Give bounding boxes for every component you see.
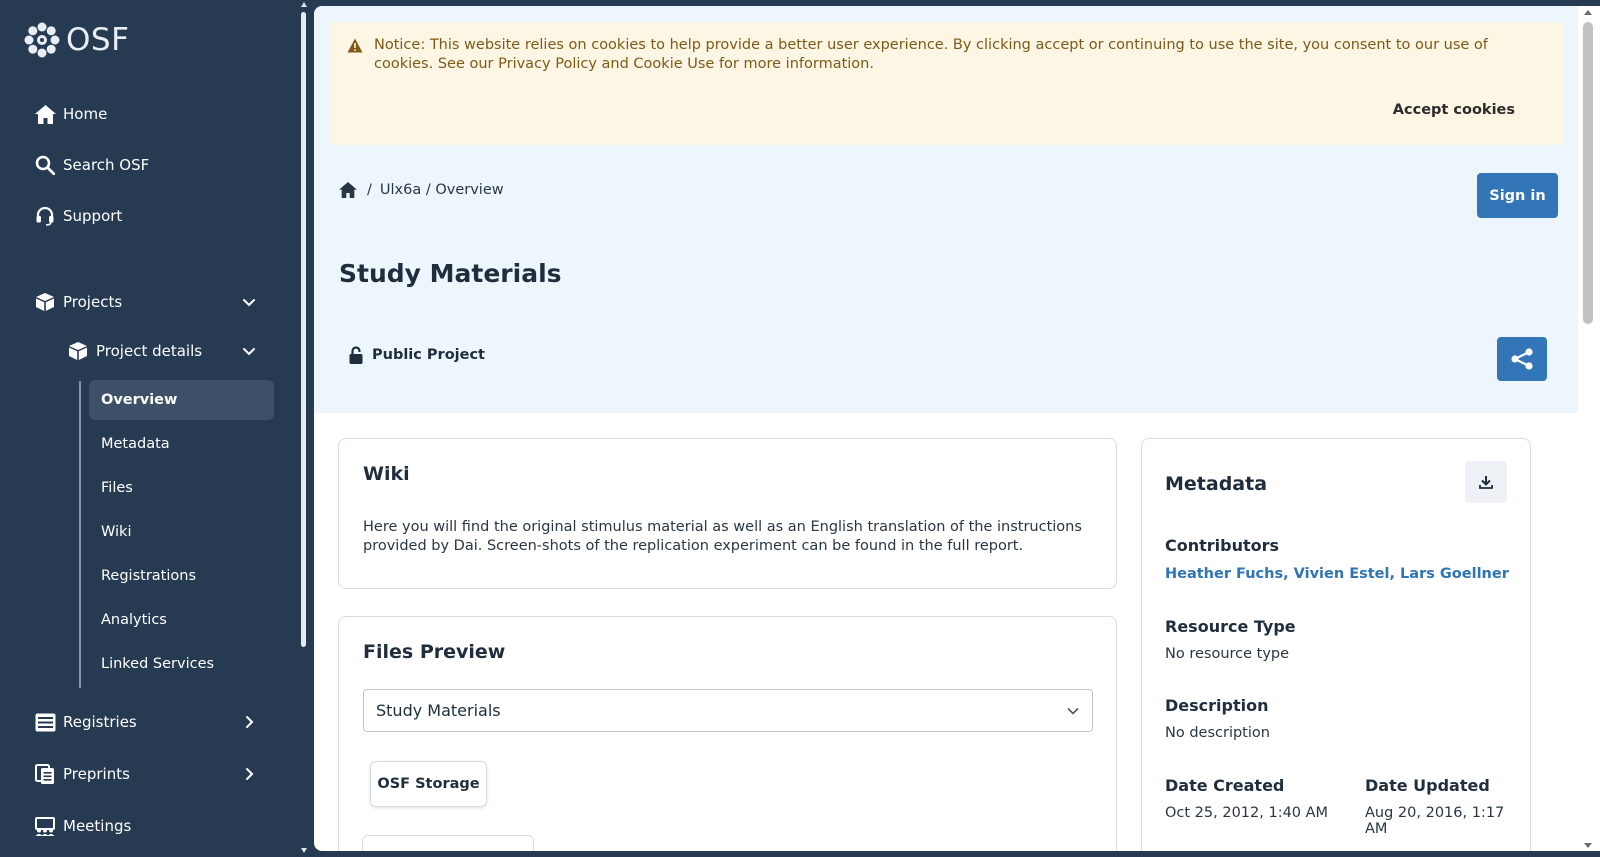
osf-logo[interactable]: OSF <box>24 22 129 58</box>
brand-name: OSF <box>66 22 130 58</box>
sidebar-item-project-details[interactable]: Project details <box>67 334 264 368</box>
home-icon <box>34 103 56 125</box>
sidebar-item-overview[interactable]: Overview <box>89 380 274 420</box>
osf-logo-icon <box>24 22 60 58</box>
resource-type-label: Resource Type <box>1165 617 1296 636</box>
scroll-up-icon[interactable] <box>1584 10 1592 15</box>
sidebar-item-label: Search OSF <box>63 156 150 174</box>
osf-storage-button[interactable]: OSF Storage <box>370 761 487 807</box>
date-updated-label: Date Updated <box>1365 776 1490 795</box>
resource-type-value: No resource type <box>1165 646 1290 662</box>
download-metadata-button[interactable] <box>1465 461 1507 503</box>
sidebar-item-meetings[interactable]: Meetings <box>34 809 264 843</box>
sidebar-scrollbar-thumb[interactable] <box>301 12 306 647</box>
sidebar-item-registries[interactable]: Registries <box>34 705 264 739</box>
main-content: Notice: This website relies on cookies t… <box>314 6 1600 851</box>
description-label: Description <box>1165 696 1269 715</box>
sidebar-item-registrations[interactable]: Registrations <box>89 556 274 596</box>
download-icon <box>1479 476 1493 489</box>
sidebar-item-wiki[interactable]: Wiki <box>89 512 274 552</box>
warning-icon <box>347 38 363 53</box>
sidebar-item-analytics[interactable]: Analytics <box>89 600 274 640</box>
description-value: No description <box>1165 725 1270 741</box>
preprints-icon <box>34 763 56 785</box>
cookie-notice: Notice: This website relies on cookies t… <box>329 22 1563 145</box>
sign-in-button[interactable]: Sign in <box>1477 173 1558 218</box>
search-icon <box>34 154 56 176</box>
share-icon <box>1511 348 1533 370</box>
sidebar-item-support[interactable]: Support <box>34 199 264 233</box>
registries-icon <box>34 711 56 733</box>
breadcrumb-separator: / <box>367 182 372 198</box>
accept-cookies-button[interactable]: Accept cookies <box>1393 102 1515 118</box>
metadata-card: Metadata Contributors Heather Fuchs, Viv… <box>1141 438 1531 851</box>
file-list-item[interactable] <box>362 835 534 851</box>
files-preview-title: Files Preview <box>363 641 506 663</box>
files-preview-card: Files Preview Study Materials OSF Storag… <box>338 616 1117 851</box>
scroll-down-icon[interactable] <box>1584 843 1592 848</box>
sidebar-item-label: Projects <box>63 293 123 311</box>
sidebar-item-files[interactable]: Files <box>89 468 274 508</box>
share-button[interactable] <box>1497 337 1547 381</box>
meetings-icon <box>34 815 56 837</box>
project-header: Notice: This website relies on cookies t… <box>314 6 1578 413</box>
sidebar-item-linked-services[interactable]: Linked Services <box>89 644 274 684</box>
sidebar-item-label: Preprints <box>63 765 130 783</box>
page-title: Study Materials <box>339 259 562 288</box>
chevron-down-icon <box>243 299 255 307</box>
date-created-value: Oct 25, 2012, 1:40 AM <box>1165 805 1329 821</box>
home-icon[interactable] <box>339 182 357 198</box>
sidebar-item-home[interactable]: Home <box>34 97 264 131</box>
main-scrollbar-thumb[interactable] <box>1583 22 1593 324</box>
unlock-icon <box>349 346 363 364</box>
files-select-value: Study Materials <box>376 701 501 720</box>
contributors-label: Contributors <box>1165 536 1280 555</box>
headset-icon <box>34 205 56 227</box>
wiki-text: Here you will find the original stimulus… <box>363 519 1082 554</box>
sidebar-item-label: Home <box>63 105 108 123</box>
cookie-notice-text: Notice: This website relies on cookies t… <box>374 37 1488 72</box>
sidebar-item-label: Registries <box>63 713 137 731</box>
sidebar-item-metadata[interactable]: Metadata <box>89 424 274 464</box>
metadata-title: Metadata <box>1165 473 1268 495</box>
sidebar: OSF Home Search OSF Support Projects Pro… <box>0 0 300 857</box>
contributors-list[interactable]: Heather Fuchs, Vivien Estel, Lars Goelln… <box>1165 566 1509 582</box>
wiki-card: Wiki Here you will find the original sti… <box>338 438 1117 589</box>
chevron-down-icon <box>243 348 255 356</box>
date-updated-value: Aug 20, 2016, 1:17 AM <box>1365 805 1505 837</box>
visibility-badge: Public Project <box>349 346 485 364</box>
date-created-label: Date Created <box>1165 776 1285 795</box>
sidebar-item-preprints[interactable]: Preprints <box>34 757 264 791</box>
breadcrumb: / Ulx6a / Overview <box>339 182 504 198</box>
sidebar-item-projects[interactable]: Projects <box>34 285 264 319</box>
chevron-right-icon <box>246 716 254 728</box>
sidebar-item-label: Meetings <box>63 817 132 835</box>
wiki-title: Wiki <box>363 463 410 485</box>
visibility-label: Public Project <box>372 347 485 363</box>
chevron-down-icon <box>1067 707 1079 715</box>
sidebar-item-label: Support <box>63 207 123 225</box>
tree-line <box>79 381 81 688</box>
sidebar-item-search[interactable]: Search OSF <box>34 148 264 182</box>
scroll-up-icon[interactable] <box>301 2 307 7</box>
chevron-right-icon <box>246 768 254 780</box>
scroll-down-icon[interactable] <box>301 848 307 853</box>
sidebar-item-label: Project details <box>96 342 203 360</box>
cube-icon <box>34 291 56 313</box>
breadcrumb-path[interactable]: Ulx6a / Overview <box>380 182 504 198</box>
cube-icon <box>67 340 89 362</box>
files-component-select[interactable]: Study Materials <box>363 689 1093 732</box>
